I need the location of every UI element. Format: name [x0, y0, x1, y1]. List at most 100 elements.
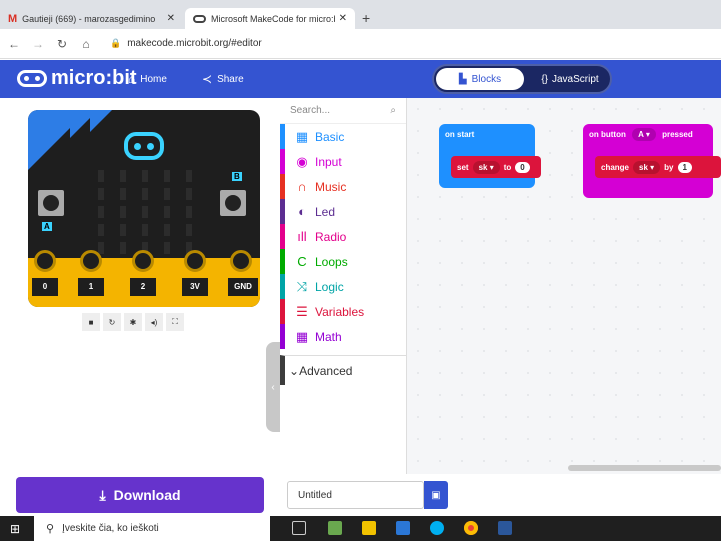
change-label: change	[601, 162, 630, 172]
on-start-label: on start	[445, 130, 475, 139]
url-field[interactable]: 🔒 makecode.microbit.org/#editor	[110, 38, 262, 49]
mail-app-icon[interactable]	[396, 521, 410, 535]
restart-icon[interactable]: ↻	[103, 313, 121, 331]
forward-icon[interactable]: →	[28, 37, 48, 51]
pin-label: 0	[32, 278, 58, 296]
loop-icon: C	[297, 254, 307, 269]
image-app-icon[interactable]	[328, 521, 342, 535]
toolbox-category-math[interactable]: ▦ Math	[280, 324, 406, 349]
led-pixel	[142, 224, 148, 236]
variable-dropdown[interactable]: sk ▾	[472, 160, 500, 174]
grid-icon: ▦	[295, 128, 309, 144]
collapse-simulator-button[interactable]: ‹	[266, 342, 280, 432]
pressed-label: pressed	[662, 130, 693, 139]
blocks-workspace[interactable]: on start set sk ▾ to 0 on button A ▾ pre…	[407, 98, 721, 474]
tab-makecode[interactable]: Microsoft MakeCode for micro:bit ✕	[185, 8, 355, 29]
windows-start-icon[interactable]: ⊞	[10, 522, 20, 536]
project-name-input[interactable]	[287, 481, 424, 509]
led-pixel	[142, 206, 148, 218]
blocks-label: Blocks	[471, 73, 502, 85]
by-label: by	[664, 162, 674, 172]
led-pixel	[186, 206, 192, 218]
toolbox-category-input[interactable]: ◉ Input	[280, 149, 406, 174]
toolbox-category-loops[interactable]: C Loops	[280, 249, 406, 274]
file-explorer-icon[interactable]	[362, 521, 376, 535]
led-pixel	[98, 188, 104, 200]
calculator-icon: ▦	[295, 328, 309, 344]
mute-icon[interactable]: ◂)	[145, 313, 163, 331]
home-button[interactable]: ⌂ Home	[128, 72, 167, 86]
javascript-tab[interactable]: {} JavaScript	[530, 68, 610, 90]
change-variable-block[interactable]: change sk ▾ by 1	[595, 156, 721, 178]
set-variable-block[interactable]: set sk ▾ to 0	[451, 156, 541, 178]
address-bar: ← → ↻ ⌂ 🔒 makecode.microbit.org/#editor	[0, 29, 721, 59]
category-label: Basic	[315, 129, 345, 144]
tab-title: Gautieji (669) - marozasgedimino	[22, 13, 156, 24]
button-a[interactable]	[38, 190, 64, 216]
home-icon[interactable]: ⌂	[76, 37, 96, 51]
back-icon[interactable]: ←	[4, 37, 24, 51]
simulator-panel: A B 0 1 2 3V GND ■ ↻ ✱ ◂) ⛶ ‹	[0, 98, 280, 474]
gmail-icon: M	[8, 12, 18, 25]
category-label: Led	[315, 204, 336, 219]
word-icon[interactable]	[498, 521, 512, 535]
led-pixel	[164, 170, 170, 182]
braces-icon: {}	[541, 73, 548, 85]
tab-gmail[interactable]: M Gautieji (669) - marozasgedimino ✕	[0, 8, 183, 29]
category-label: Radio	[315, 229, 347, 244]
variable-dropdown[interactable]: sk ▾	[633, 160, 661, 174]
toolbox-category-music[interactable]: ∩ Music	[280, 174, 406, 199]
toolbox-category-basic[interactable]: ▦ Basic	[280, 124, 406, 149]
led-pixel	[164, 224, 170, 236]
skype-icon[interactable]	[430, 521, 444, 535]
led-pixel	[98, 242, 104, 254]
target-icon: ◉	[296, 153, 308, 169]
button-dropdown[interactable]: A ▾	[632, 128, 656, 141]
pin-gnd-ring[interactable]	[230, 250, 252, 272]
pin-0-ring[interactable]	[34, 250, 56, 272]
stop-icon[interactable]: ■	[82, 313, 100, 331]
advanced-label: Advanced	[299, 363, 353, 378]
close-icon[interactable]: ✕	[339, 13, 347, 24]
led-pixel	[98, 224, 104, 236]
search-icon: ⌕	[390, 105, 396, 116]
led-pixel	[164, 206, 170, 218]
download-button[interactable]: ⤓ Download	[16, 477, 264, 513]
close-icon[interactable]: ✕	[167, 13, 175, 24]
toolbox-category-led[interactable]: ◐ Led	[280, 199, 406, 224]
led-pixel	[98, 206, 104, 218]
workspace-scrollbar[interactable]	[568, 465, 721, 471]
category-label: Loops	[315, 254, 348, 269]
toolbox-search[interactable]: Search... ⌕	[280, 98, 406, 124]
value-input[interactable]: 1	[677, 161, 692, 173]
toolbox-category-radio[interactable]: ıll Radio	[280, 224, 406, 249]
reload-icon[interactable]: ↻	[52, 37, 72, 51]
blocks-tab[interactable]: ▙ Blocks	[436, 68, 524, 90]
category-label: Input	[315, 154, 342, 169]
light-sensor-logo	[124, 132, 164, 160]
fullscreen-icon[interactable]: ⛶	[166, 313, 184, 331]
task-view-icon[interactable]	[292, 521, 306, 535]
led-pixel	[142, 188, 148, 200]
variable-name: sk	[639, 162, 648, 172]
share-button[interactable]: ≺ Share	[202, 72, 244, 86]
pin-3v-ring[interactable]	[184, 250, 206, 272]
pin-2-ring[interactable]	[132, 250, 154, 272]
button-b[interactable]	[220, 190, 246, 216]
value-input[interactable]: 0	[515, 161, 530, 173]
pin-1-ring[interactable]	[80, 250, 102, 272]
taskbar-search[interactable]: ⚲ Įveskite čia, ko ieškoti	[34, 516, 270, 541]
advanced-category[interactable]: ⌄ Advanced	[280, 355, 406, 385]
toolbox-category-variables[interactable]: ☰ Variables	[280, 299, 406, 324]
save-button[interactable]: ▣	[424, 481, 448, 509]
new-tab-button[interactable]: +	[362, 10, 370, 26]
led-pixel	[120, 224, 126, 236]
to-label: to	[503, 162, 512, 172]
chrome-icon[interactable]	[464, 521, 478, 535]
toolbox-category-logic[interactable]: ⤨ Logic	[280, 274, 406, 299]
debug-icon[interactable]: ✱	[124, 313, 142, 331]
led-pixel	[98, 170, 104, 182]
microbit-logo[interactable]: micro:bit	[17, 67, 137, 90]
microbit-board: A B 0 1 2 3V GND	[28, 110, 260, 307]
logo-text: micro:bit	[51, 67, 137, 89]
